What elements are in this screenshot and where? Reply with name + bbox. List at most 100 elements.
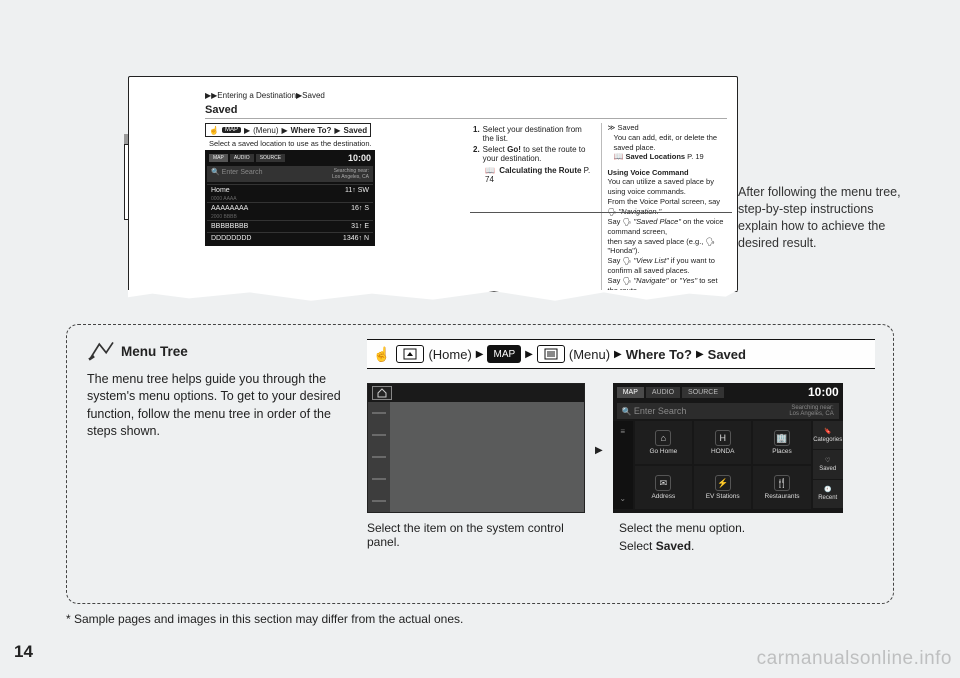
t: From the Voice Portal screen, say — [608, 197, 721, 206]
speak-icon — [623, 256, 632, 265]
nav-cell-go-home: ⌂Go Home — [635, 421, 692, 464]
map-chip: MAP — [222, 127, 241, 133]
nav-tab-audio: AUDIO — [646, 387, 680, 398]
speak-icon — [623, 276, 632, 285]
t: EV Stations — [706, 493, 740, 500]
mock-tab-source: SOURCE — [256, 154, 285, 162]
sidebar-notes: ≫ Saved You can add, edit, or delete the… — [601, 123, 728, 292]
step-num: 1. — [473, 125, 480, 143]
book-icon — [614, 152, 626, 161]
voice-heading: Using Voice Command — [608, 168, 728, 178]
crumb-bar: (Home) MAP (Menu) Where To? Saved — [367, 339, 875, 369]
mock-row: BBBBBBBB 31↑ E — [207, 220, 373, 232]
speak-icon — [623, 217, 632, 226]
t: Address — [651, 493, 675, 500]
home-icon: ⌂ — [655, 430, 671, 446]
step-1-text: Select your destination from the list. — [483, 125, 593, 143]
ref-label: Saved Locations — [625, 152, 685, 161]
page-breadcrumb: ▶▶Entering a Destination▶Saved — [205, 91, 727, 100]
mock-row-label: DDDDDDDD — [211, 235, 251, 242]
step-num: 2. — [473, 145, 480, 163]
ref-page: P. 19 — [687, 152, 704, 161]
where-to-label: Where To? — [626, 347, 692, 362]
search-placeholder: Enter Search — [622, 406, 687, 416]
arrow-icon — [334, 126, 340, 135]
honda-icon: H — [715, 430, 731, 446]
page-number: 14 — [14, 642, 33, 662]
menu-label: (Menu) — [253, 126, 278, 135]
menu-tree-illustration: (Home) MAP (Menu) Where To? Saved — [367, 339, 875, 557]
mock-row-meta: 31↑ E — [351, 223, 369, 230]
t: Say — [608, 217, 623, 226]
t: Saved — [819, 466, 836, 472]
t: "View List" — [634, 256, 669, 265]
footnote: * Sample pages and images in this sectio… — [66, 612, 463, 626]
home-chip — [396, 345, 424, 363]
mock-clock: 10:00 — [348, 153, 371, 163]
callout-leader-line — [470, 212, 732, 213]
map-chip: MAP — [487, 345, 521, 363]
clock-icon: 🕘 — [824, 486, 831, 493]
heart-icon: ♡ — [825, 457, 830, 464]
menu-label: (Menu) — [569, 347, 610, 362]
note-title: Saved — [617, 123, 638, 132]
home-label: (Home) — [428, 347, 471, 362]
nav-cell-honda: HHONDA — [694, 421, 751, 464]
nav-left-strip: ≡ ⌄ — [613, 421, 633, 509]
nav-cell-address: ✉ Address — [635, 466, 692, 509]
mock-tab-audio: AUDIO — [230, 154, 254, 162]
voice-line: Say "View List" if you want to confirm a… — [608, 256, 728, 276]
caption-left: Select the item on the system control pa… — [367, 521, 585, 557]
hand-icon — [209, 126, 219, 135]
mock-search-near: Searching near: Los Angeles, CA — [332, 168, 369, 180]
mock-row-meta: 16↑ S — [351, 205, 369, 212]
nav-panel-mock: MAP AUDIO SOURCE 10:00 Enter Search Sear… — [613, 383, 843, 513]
system-panel-mock — [367, 383, 585, 513]
nav-search-bar: Enter Search Searching near: Los Angeles… — [617, 403, 839, 419]
arrow-icon — [595, 440, 603, 456]
callout-text: After following the menu tree, step-by-s… — [738, 184, 908, 252]
nav-clock: 10:00 — [808, 385, 839, 399]
saved-subtext: Select a saved location to use as the de… — [209, 139, 465, 148]
nav-side-categories: 🔖Categories — [813, 421, 843, 449]
mock-row-label: Home — [211, 187, 230, 194]
mock-tab-map: MAP — [209, 154, 228, 162]
food-icon: 🍴 — [774, 475, 790, 491]
sample-page-panel: Navigation ▶▶Entering a Destination▶Save… — [66, 14, 734, 314]
torn-edge — [128, 290, 738, 302]
caption-right-2: Select Saved. — [619, 539, 849, 553]
t: Categories — [813, 437, 842, 443]
search-near: Searching near: Los Angeles, CA — [789, 405, 833, 417]
nav-cell-places: 🏢Places — [753, 421, 810, 464]
menu-tree-body: The menu tree helps guide you through th… — [87, 371, 347, 440]
system-side-strip — [368, 402, 390, 512]
mock-row-meta: 11↑ SW — [345, 187, 369, 194]
t: Select — [619, 539, 656, 553]
go-label: Go! — [507, 145, 521, 154]
t: Select — [483, 145, 507, 154]
saved-label: Saved — [344, 126, 368, 135]
arrow-icon — [696, 348, 704, 360]
saved-left-column: MAP (Menu) Where To? Saved Select a save… — [205, 123, 465, 292]
menu-icon: ≡ — [620, 427, 625, 436]
nav-screenshot-mock: MAP AUDIO SOURCE 10:00 🔍 Enter Search Se… — [205, 150, 375, 246]
nav-cell-ev: ⚡EV Stations — [694, 466, 751, 509]
menu-path-box: MAP (Menu) Where To? Saved — [205, 123, 371, 137]
mock-row: DDDDDDDD 1346↑ N — [207, 232, 373, 244]
arrow-icon — [281, 126, 287, 135]
address-icon: ✉ — [655, 475, 671, 491]
mock-row-label: AAAAAAAA — [211, 205, 248, 212]
t: Say — [608, 256, 623, 265]
nav-side-recent: 🕘Recent — [813, 480, 843, 508]
note-icon: ≫ — [608, 123, 616, 132]
sample-page-content: ▶▶Entering a Destination▶Saved Saved MAP… — [205, 91, 727, 292]
nav-tab-map: MAP — [617, 387, 644, 398]
mock-search-placeholder: 🔍 Enter Search — [211, 168, 263, 180]
t: . — [691, 539, 694, 553]
sample-page-frame: ▶▶Entering a Destination▶Saved Saved MAP… — [128, 76, 738, 292]
t: or — [668, 276, 679, 285]
saved-steps-column: 1. Select your destination from the list… — [473, 123, 593, 292]
arrow-icon — [614, 348, 622, 360]
home-button-mock — [372, 386, 392, 400]
menu-tree-panel: Menu Tree The menu tree helps guide you … — [66, 324, 894, 604]
